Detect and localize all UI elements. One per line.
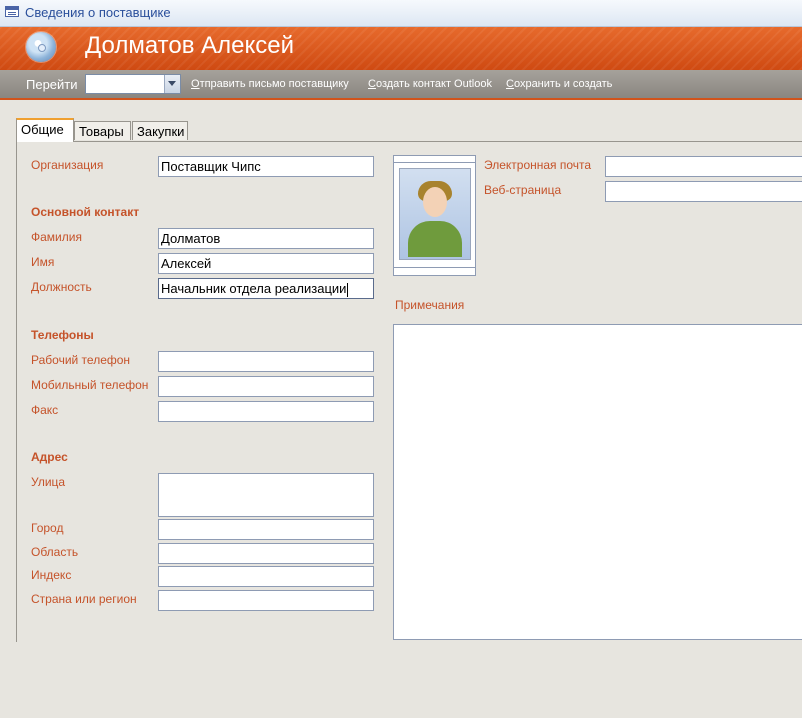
city-field[interactable] <box>158 519 374 540</box>
tab-products[interactable]: Товары <box>74 121 131 140</box>
website-label: Веб-страница <box>484 183 562 197</box>
street-field[interactable] <box>158 473 374 517</box>
address-heading: Адрес <box>31 450 68 464</box>
command-bar: Перейти Отправить письмо поставщику Созд… <box>0 70 802 100</box>
avatar-body <box>408 221 462 257</box>
fax-field[interactable] <box>158 401 374 422</box>
first-name-label: Имя <box>31 255 55 269</box>
city-label: Город <box>31 521 64 535</box>
go-to-combobox[interactable] <box>85 74 181 94</box>
country-field[interactable] <box>158 590 374 611</box>
photo-attachment[interactable] <box>393 155 476 276</box>
phones-heading: Телефоны <box>31 328 94 342</box>
person-photo-icon <box>399 168 471 260</box>
email-field[interactable] <box>605 156 802 177</box>
position-label: Должность <box>31 280 92 294</box>
notes-label: Примечания <box>395 298 465 312</box>
work-phone-label: Рабочий телефон <box>31 353 131 367</box>
first-name-field[interactable]: Алексей <box>158 253 374 274</box>
window-titlebar: Сведения о поставщике <box>0 0 802 27</box>
work-phone-field[interactable] <box>158 351 374 372</box>
mobile-phone-field[interactable] <box>158 376 374 397</box>
cd-disc-icon <box>26 32 56 62</box>
position-field[interactable]: Начальник отдела реализации <box>158 278 374 299</box>
zip-label: Индекс <box>31 568 72 582</box>
region-field[interactable] <box>158 543 374 564</box>
window-title: Сведения о поставщике <box>25 5 171 20</box>
region-label: Область <box>31 545 79 559</box>
main-contact-heading: Основной контакт <box>31 205 140 219</box>
form-header: Долматов Алексей <box>0 27 802 70</box>
zip-field[interactable] <box>158 566 374 587</box>
position-value: Начальник отдела реализации <box>161 281 347 296</box>
fax-label: Факс <box>31 403 59 417</box>
tab-general[interactable]: Общие <box>16 118 74 142</box>
go-to-label: Перейти <box>26 77 78 92</box>
notes-field[interactable] <box>393 324 802 640</box>
street-label: Улица <box>31 475 66 489</box>
website-field[interactable] <box>605 181 802 202</box>
last-name-field[interactable]: Долматов <box>158 228 374 249</box>
supplier-name-heading: Долматов Алексей <box>85 32 295 59</box>
email-supplier-link[interactable]: Отправить письмо поставщику <box>191 78 349 90</box>
organization-field[interactable]: Поставщик Чипс <box>158 156 374 177</box>
email-label: Электронная почта <box>484 158 592 172</box>
form-icon <box>5 6 19 17</box>
text-caret <box>347 282 349 297</box>
organization-label: Организация <box>31 158 104 172</box>
chevron-down-icon[interactable] <box>164 75 180 93</box>
tab-purchases[interactable]: Закупки <box>132 121 188 140</box>
avatar-head <box>423 187 447 217</box>
mobile-phone-label: Мобильный телефон <box>31 378 149 392</box>
photo-bottom-rule <box>394 267 475 268</box>
photo-top-rule <box>394 162 475 163</box>
save-and-new-link[interactable]: Сохранить и создать <box>506 78 612 90</box>
last-name-label: Фамилия <box>31 230 82 244</box>
create-outlook-contact-link[interactable]: Создать контакт Outlook <box>368 78 492 90</box>
country-label: Страна или регион <box>31 592 137 606</box>
